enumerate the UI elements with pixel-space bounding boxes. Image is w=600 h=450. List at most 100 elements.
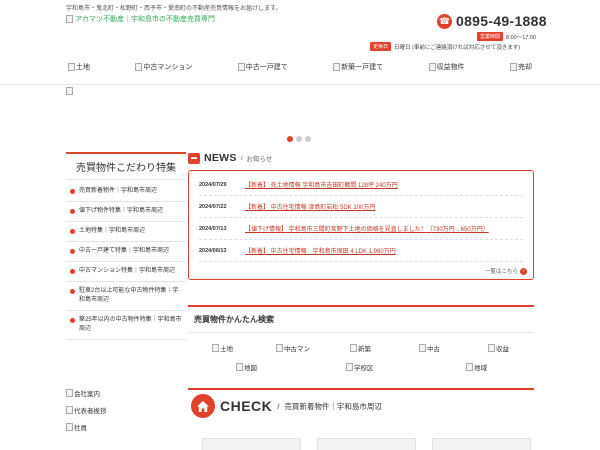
site-logo[interactable]: アカマツ不動産｜宇和島市の不動産売買専門 — [66, 14, 215, 24]
news-more-link[interactable]: 一覧はこちら › — [485, 267, 527, 275]
broken-image-icon — [66, 406, 73, 414]
search-label: 学校区 — [354, 365, 374, 372]
company-info-link[interactable]: 会社案内 — [66, 388, 107, 398]
logo-alt-text: アカマツ不動産｜宇和島市の不動産売買専門 — [75, 16, 215, 23]
news-item[interactable]: 2024/07/29 【新着】 売土地情報 宇和島市吉田町鶴間 128坪 240… — [199, 174, 523, 196]
sidebar-item[interactable]: 値下げ物件特集｜宇和島市周辺 — [66, 202, 186, 222]
nav-label: 中古マンション — [143, 64, 193, 71]
news-text: 【新着】 中古住宅情報 宇和島市保田 4 LDK 1,980万円 — [245, 249, 396, 255]
broken-image-icon — [66, 87, 73, 95]
nav-label: 収益物件 — [436, 64, 465, 71]
ceo-greeting-link[interactable]: 代表者挨拶 — [66, 405, 107, 415]
nav-label: 売却 — [517, 64, 532, 71]
news-more-label: 一覧はこちら — [484, 269, 518, 275]
hours-badge: 営業時間 — [477, 32, 504, 41]
chat-bubble-icon: ▬ — [188, 152, 200, 164]
check-slash: / — [277, 401, 280, 411]
sidebar-item-label: 駐車2台以上可能な中古物件特集｜宇和島市周辺 — [79, 288, 179, 303]
sidebar-item-label: 中古一戸建て特集｜宇和島市周辺 — [79, 248, 170, 254]
broken-image-icon — [419, 344, 426, 352]
house-icon — [191, 394, 215, 418]
nav-item-new-house[interactable]: 新築一戸建て — [331, 62, 385, 72]
nav-label: 中古一戸建て — [245, 64, 288, 71]
broken-image-icon — [68, 63, 75, 71]
news-item[interactable]: 2024/07/13 【値下げ情報】 宇和島市三間町宮野下土地の価格を見直しまし… — [199, 218, 523, 240]
bullet-icon — [70, 209, 75, 214]
bullet-icon — [70, 249, 75, 254]
news-subtitle: お知らせ — [246, 156, 273, 163]
search-label: 新築 — [358, 346, 371, 353]
property-card[interactable] — [202, 438, 301, 450]
broken-image-icon — [66, 15, 73, 23]
sidebar-item[interactable]: 土地特集｜宇和島市周辺 — [66, 222, 186, 242]
slider-dot[interactable] — [296, 136, 302, 142]
phone-icon: ☎ — [437, 13, 452, 29]
news-item[interactable]: 2024/06/13 【新着】 中古住宅情報 宇和島市保田 4 LDK 1,98… — [199, 240, 523, 262]
search-used-button[interactable]: 中古 — [419, 343, 440, 353]
quick-search-section: 売買物件かんたん検索 — [188, 305, 534, 333]
broken-image-icon — [135, 63, 143, 71]
search-label: 土地 — [220, 346, 233, 353]
broken-image-icon — [212, 344, 219, 352]
search-used-mansion-button[interactable]: 中古マン — [276, 343, 310, 353]
bullet-icon — [70, 318, 75, 323]
property-cards — [202, 438, 531, 450]
property-card[interactable] — [317, 438, 416, 450]
broken-image-icon — [428, 63, 436, 71]
news-date: 2024/07/13 — [199, 225, 227, 232]
sidebar-item[interactable]: 売買新着物件｜宇和島市周辺 — [66, 182, 186, 202]
broken-image-icon — [66, 423, 73, 431]
check-heading: CHECK / 売買新着物件｜宇和島市周辺 — [188, 390, 534, 422]
broken-image-icon — [488, 344, 495, 352]
nav-item-land[interactable]: 土地 — [66, 62, 92, 72]
staff-link[interactable]: 社員 — [66, 422, 107, 432]
chevron-right-icon: › — [520, 267, 527, 275]
sidebar-item[interactable]: 築25年以内の中古物件特集｜宇和島市周辺 — [66, 311, 186, 340]
bullet-icon — [70, 229, 75, 234]
bullet-icon — [70, 269, 75, 274]
property-card[interactable] — [432, 438, 531, 450]
search-label: 中古 — [427, 346, 440, 353]
search-map-button[interactable]: 地図 — [236, 362, 257, 372]
news-date: 2024/07/22 — [199, 203, 227, 210]
check-section: CHECK / 売買新着物件｜宇和島市周辺 — [188, 388, 534, 422]
nav-item-sell[interactable]: 売却 — [508, 62, 534, 72]
sidebar-item[interactable]: 中古マンション特集｜宇和島市周辺 — [66, 262, 186, 282]
search-label: 中古マン — [284, 346, 310, 353]
nav-label: 新築一戸建て — [341, 64, 384, 71]
quick-search-title: 売買物件かんたん検索 — [188, 307, 534, 333]
search-new-button[interactable]: 新築 — [350, 343, 371, 353]
news-item[interactable]: 2024/07/22 【新着】 中古住宅情報 津島町岩松 5DK 100万円 — [199, 196, 523, 218]
sidebar-feature-list: 売買新着物件｜宇和島市周辺 値下げ物件特集｜宇和島市周辺 土地特集｜宇和島市周辺… — [66, 182, 186, 340]
broken-image-icon — [350, 344, 357, 352]
broken-image-icon — [237, 63, 245, 71]
bullet-icon — [70, 289, 75, 294]
nav-item-income-property[interactable]: 収益物件 — [427, 62, 467, 72]
sidebar-company-links: 会社案内 代表者挨拶 社員 — [66, 388, 107, 432]
news-text: 【新着】 売土地情報 宇和島市吉田町鶴間 128坪 240万円 — [245, 183, 398, 189]
phone-contact[interactable]: ☎ 0895-49-1888 — [437, 13, 547, 29]
sidebar-item-label: 築25年以内の中古物件特集｜宇和島市周辺 — [79, 317, 182, 332]
search-income-button[interactable]: 収益 — [488, 343, 509, 353]
sidebar-item[interactable]: 中古一戸建て特集｜宇和島市周辺 — [66, 242, 186, 262]
nav-item-used-mansion[interactable]: 中古マンション — [133, 62, 194, 72]
sidebar-item-label: 中古マンション特集｜宇和島市周辺 — [79, 268, 176, 274]
broken-image-icon — [346, 363, 353, 371]
search-land-button[interactable]: 土地 — [212, 343, 233, 353]
broken-image-icon — [509, 63, 517, 71]
hero-slider-image[interactable] — [66, 87, 73, 95]
sidebar-title: 売買物件こだわり特集 — [66, 152, 186, 180]
news-date: 2024/06/13 — [199, 247, 227, 254]
sidebar-item[interactable]: 駐車2台以上可能な中古物件特集｜宇和島市周辺 — [66, 282, 186, 311]
nav-item-used-house[interactable]: 中古一戸建て — [236, 62, 290, 72]
search-label: 収益 — [496, 346, 509, 353]
slider-dot[interactable] — [305, 136, 311, 142]
link-label: 会社案内 — [74, 391, 100, 398]
search-school-district-button[interactable]: 学校区 — [346, 362, 374, 372]
holiday-info: 定休日 日曜日 (事前にご連絡頂ければ対応させて頂きます) — [370, 42, 520, 51]
link-label: 社員 — [74, 425, 87, 432]
bullet-icon — [70, 189, 75, 194]
holiday-badge: 定休日 — [370, 42, 392, 51]
search-area-button[interactable]: 地域 — [466, 362, 487, 372]
slider-dot[interactable] — [287, 136, 293, 142]
